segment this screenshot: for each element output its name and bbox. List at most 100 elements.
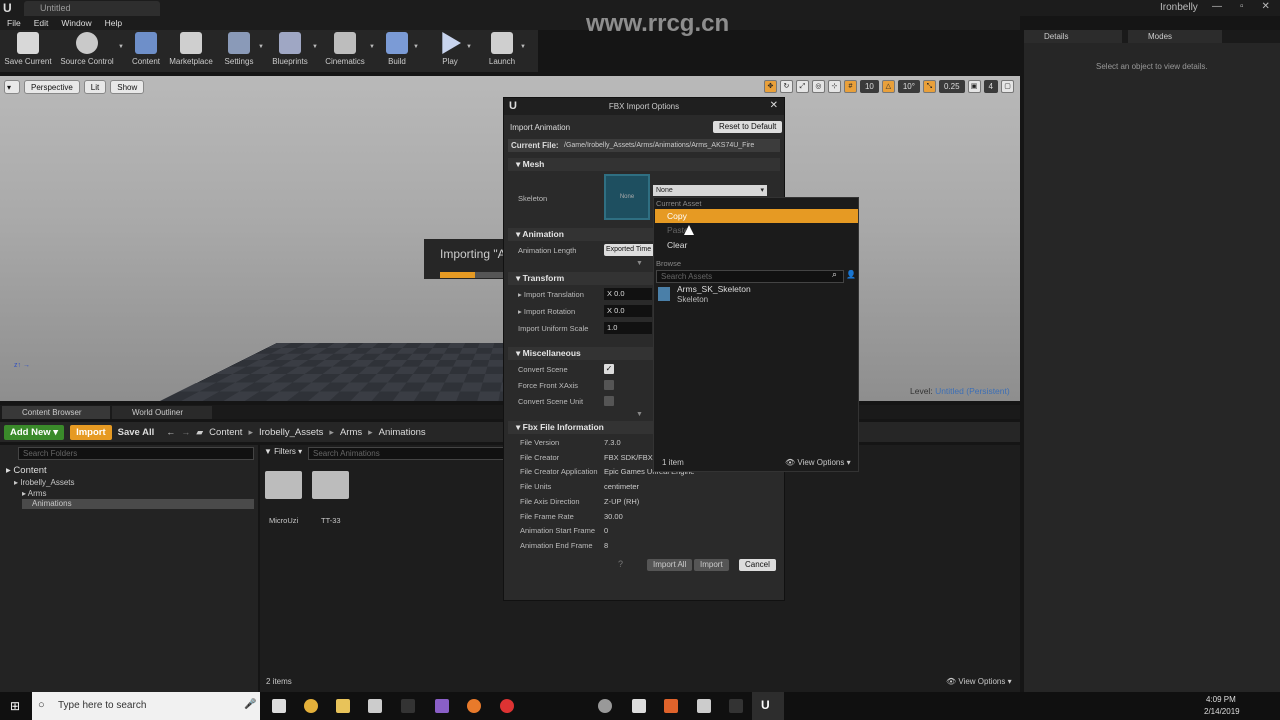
epic-games-icon[interactable] xyxy=(729,699,743,713)
tab-modes[interactable]: Modes xyxy=(1128,30,1222,43)
help-icon[interactable]: ? xyxy=(618,559,623,569)
force-front-checkbox[interactable] xyxy=(604,380,614,390)
folder-microuzi[interactable] xyxy=(265,471,302,499)
cancel-button[interactable]: Cancel xyxy=(739,559,776,571)
view-options-button[interactable]: 👁 View Options ▾ xyxy=(946,677,1012,686)
search-animations-input[interactable]: Search Animations xyxy=(308,447,504,460)
anim-length-combo[interactable]: Exported Time xyxy=(604,244,658,256)
grid-snap-value[interactable]: 10 xyxy=(859,80,879,93)
surface-snap-icon[interactable]: ⊹ xyxy=(827,80,841,93)
task-view-icon[interactable] xyxy=(272,699,286,713)
section-mesh[interactable]: ▾ Mesh xyxy=(508,158,780,171)
file-explorer-icon[interactable] xyxy=(336,699,350,713)
save-all-button[interactable]: Save All xyxy=(118,427,155,438)
skeleton-thumbnail[interactable]: None xyxy=(604,174,650,220)
build-button[interactable]: Build ▼ xyxy=(383,32,419,70)
calculator-icon[interactable] xyxy=(697,699,711,713)
clock-date[interactable]: 2/14/2019 xyxy=(1204,707,1240,716)
reset-to-default-button[interactable]: Reset to Default xyxy=(713,121,783,133)
rotation-field[interactable]: X 0.0 xyxy=(604,305,652,317)
menu-edit[interactable]: Edit xyxy=(34,18,49,28)
add-new-button[interactable]: Add New ▾ xyxy=(4,424,65,440)
back-icon[interactable]: ← xyxy=(166,427,175,437)
tab-content-browser[interactable]: Content Browser xyxy=(2,406,110,419)
import-button[interactable]: Import xyxy=(70,424,112,440)
forward-icon[interactable]: → xyxy=(181,427,190,437)
unreal-taskbar-button[interactable]: U xyxy=(752,692,784,720)
app-icon[interactable] xyxy=(500,699,514,713)
import-dialog-button[interactable]: Import xyxy=(694,559,729,571)
translate-icon[interactable]: ✥ xyxy=(763,80,777,93)
level-tab[interactable]: Untitled xyxy=(24,1,160,16)
menu-help[interactable]: Help xyxy=(105,18,122,28)
path-arms[interactable]: Arms xyxy=(340,427,362,438)
filters-button[interactable]: ▼ Filters ▾ xyxy=(264,447,302,456)
settings-button[interactable]: Settings ▼ xyxy=(222,32,264,70)
chrome-icon[interactable] xyxy=(304,699,318,713)
dropdown-view-options[interactable]: 👁 View Options ▾ xyxy=(785,458,851,467)
scale-icon[interactable]: ⤢ xyxy=(795,80,809,93)
person-filter-icon[interactable]: 👤 xyxy=(846,270,856,279)
camera-speed-value[interactable]: 4 xyxy=(983,80,998,93)
lit-button[interactable]: Lit xyxy=(83,80,107,94)
save-current-button[interactable]: Save Current xyxy=(4,32,52,70)
translation-field[interactable]: X 0.0 xyxy=(604,288,652,300)
epic-games-icon[interactable] xyxy=(401,699,415,713)
office-icon[interactable] xyxy=(664,699,678,713)
search-icon[interactable]: ⌕ xyxy=(832,269,837,280)
tree-animations[interactable]: Animations xyxy=(22,499,254,509)
tree-arms[interactable]: ▸ Arms xyxy=(22,489,46,498)
expand-advanced-icon[interactable]: ▼ xyxy=(636,260,643,267)
marketplace-button[interactable]: Marketplace xyxy=(168,32,214,70)
tree-content[interactable]: ▸ Content xyxy=(6,465,47,476)
copy-menu-item[interactable]: Copy xyxy=(655,209,858,223)
path-animations[interactable]: Animations xyxy=(379,427,426,438)
uniform-scale-field[interactable]: 1.0 xyxy=(604,322,652,334)
perspective-button[interactable]: Perspective xyxy=(24,80,80,94)
windows-start-icon[interactable]: ⊞ xyxy=(10,699,20,713)
store-icon[interactable] xyxy=(368,699,382,713)
path-content[interactable]: Content xyxy=(209,427,242,438)
clock-time[interactable]: 4:09 PM xyxy=(1206,695,1236,704)
camera-speed-icon[interactable]: ▣ xyxy=(967,80,981,93)
blueprints-button[interactable]: Blueprints ▼ xyxy=(270,32,318,70)
cinematics-button[interactable]: Cinematics ▼ xyxy=(323,32,375,70)
tree-irobelly[interactable]: ▸ Irobelly_Assets xyxy=(14,478,75,487)
app-icon[interactable] xyxy=(598,699,612,713)
search-folders-input[interactable]: Search Folders xyxy=(18,447,254,460)
menu-window[interactable]: Window xyxy=(61,18,91,28)
viewport-menu-button[interactable]: ▾ xyxy=(4,80,20,94)
show-button[interactable]: Show xyxy=(110,80,145,94)
dialog-close-icon[interactable]: ✕ xyxy=(770,100,778,111)
asset-name[interactable]: Arms_SK_Skeleton xyxy=(677,284,751,294)
microphone-icon[interactable]: 🎤 xyxy=(244,699,256,710)
convert-scene-checkbox[interactable]: ✓ xyxy=(604,364,614,374)
taskbar-search-box[interactable]: Type here to search xyxy=(32,692,260,720)
source-control-button[interactable]: Source Control ▼ xyxy=(58,32,124,70)
play-button[interactable]: Play ▼ xyxy=(436,32,472,70)
tab-details[interactable]: Details xyxy=(1024,30,1122,43)
folder-tt33[interactable] xyxy=(312,471,349,499)
skeleton-combo[interactable]: None ▾ xyxy=(653,185,767,196)
blender-icon[interactable] xyxy=(467,699,481,713)
menu-file[interactable]: File xyxy=(7,18,21,28)
minimize-icon[interactable]: — xyxy=(1212,1,1222,12)
maximize-viewport-icon[interactable]: ▢ xyxy=(1001,80,1014,93)
expand-misc-icon[interactable]: ▼ xyxy=(636,411,643,418)
rotate-icon[interactable]: ↻ xyxy=(779,80,793,93)
import-all-button[interactable]: Import All xyxy=(647,559,693,571)
search-assets-input[interactable]: Search Assets xyxy=(656,270,844,283)
convert-unit-checkbox[interactable] xyxy=(604,396,614,406)
grid-snap-icon[interactable]: # xyxy=(843,80,857,93)
calendar-icon[interactable] xyxy=(632,699,646,713)
rotation-snap-value[interactable]: 10° xyxy=(897,80,920,93)
close-icon[interactable]: ✕ xyxy=(1262,1,1270,12)
path-irobelly[interactable]: Irobelly_Assets xyxy=(259,427,323,438)
tab-world-outliner[interactable]: World Outliner xyxy=(112,406,212,419)
scale-snap-value[interactable]: 0.25 xyxy=(938,80,965,93)
rotation-snap-icon[interactable]: △ xyxy=(881,80,895,93)
content-button[interactable]: Content xyxy=(130,32,162,70)
scale-snap-icon[interactable]: ⤡ xyxy=(922,80,936,93)
launch-button[interactable]: Launch ▼ xyxy=(486,32,526,70)
clear-menu-item[interactable]: Clear xyxy=(655,238,858,252)
